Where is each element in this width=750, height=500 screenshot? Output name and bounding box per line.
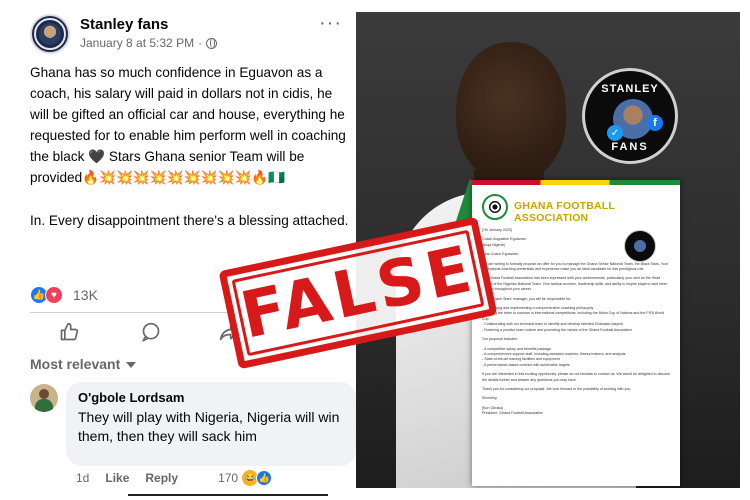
reaction-count: 13K xyxy=(73,287,98,303)
comment: O'gbole Lordsam They will play with Nige… xyxy=(30,382,356,486)
sort-label: Most relevant xyxy=(30,356,121,372)
reaction-summary[interactable]: 👍 ♥ 13K xyxy=(30,286,98,304)
post-meta: January 8 at 5:32 PM · xyxy=(80,36,218,50)
comment-actions: 1d Like Reply 170 😂 👍 xyxy=(76,470,273,486)
letter-signer-title: President, Ghana Football Association xyxy=(482,411,543,416)
stanley-fans-badge: STANLEY ✓ f FANS xyxy=(582,68,678,164)
comment-reactions[interactable]: 170 😂 👍 xyxy=(218,470,273,486)
globe-icon xyxy=(206,37,218,49)
letter-title: GHANA FOOTBALL ASSOCIATION xyxy=(514,200,615,224)
facebook-logo-icon: f xyxy=(647,115,663,131)
comment-reaction-count: 170 xyxy=(218,471,239,485)
comment-like-button[interactable]: Like xyxy=(105,471,129,485)
letter-paragraph: We are writing to formally propose an of… xyxy=(482,261,668,272)
verified-check-icon: ✓ xyxy=(607,125,623,141)
letter-body: [7th January 2025] Coach Augustine Eguav… xyxy=(482,228,670,417)
page-avatar[interactable] xyxy=(30,14,70,54)
comment-avatar[interactable] xyxy=(30,384,58,412)
badge-bottom-text: FANS xyxy=(611,141,649,153)
post-paragraph-2: In. Every disappointment there's a bless… xyxy=(30,213,349,228)
comment-author[interactable]: O'gbole Lordsam xyxy=(78,390,344,405)
more-options-icon[interactable]: ··· xyxy=(319,13,342,33)
post-paragraph-1: Ghana has so much confidence in Eguavon … xyxy=(30,65,346,185)
gfa-logo-icon xyxy=(482,194,508,220)
love-reaction-icon: ♥ xyxy=(45,286,63,304)
comment-sort-dropdown[interactable]: Most relevant xyxy=(30,356,137,372)
facebook-post: Stanley fans January 8 at 5:32 PM · ··· … xyxy=(0,0,356,500)
post-text: Ghana has so much confidence in Eguavon … xyxy=(30,62,352,231)
comment-age[interactable]: 1d xyxy=(76,471,89,485)
letter-paragraph: If you are interested in this exciting o… xyxy=(482,372,670,382)
letter-flag-bar xyxy=(472,180,680,185)
avatar-head xyxy=(39,389,49,399)
comment-text: They will play with Nigeria, Nigeria wil… xyxy=(78,409,340,444)
gfa-letter: GHANA FOOTBALL ASSOCIATION [7th January … xyxy=(472,180,680,486)
scroll-indicator xyxy=(128,494,328,496)
page-name[interactable]: Stanley fans xyxy=(80,16,168,33)
coach-head xyxy=(456,42,566,182)
speech-bubble-icon[interactable] xyxy=(140,321,162,343)
chevron-down-icon xyxy=(126,362,137,368)
like-reaction-icon: 👍 xyxy=(256,470,273,486)
thumbs-up-icon[interactable] xyxy=(58,321,80,343)
letter-list-item: - Leading the team to success in interna… xyxy=(482,311,665,321)
meta-separator: · xyxy=(198,36,203,50)
badge-top-text: STANLEY xyxy=(601,83,659,95)
post-date[interactable]: January 8 at 5:32 PM xyxy=(80,36,194,50)
avatar-body xyxy=(35,399,53,412)
avatar-photo xyxy=(39,23,61,45)
post-header: Stanley fans January 8 at 5:32 PM · ··· xyxy=(30,13,350,58)
comment-bubble: O'gbole Lordsam They will play with Nige… xyxy=(66,382,356,466)
letter-paragraph: The Ghana Football Association has been … xyxy=(482,276,668,292)
comment-reply-button[interactable]: Reply xyxy=(145,471,178,485)
